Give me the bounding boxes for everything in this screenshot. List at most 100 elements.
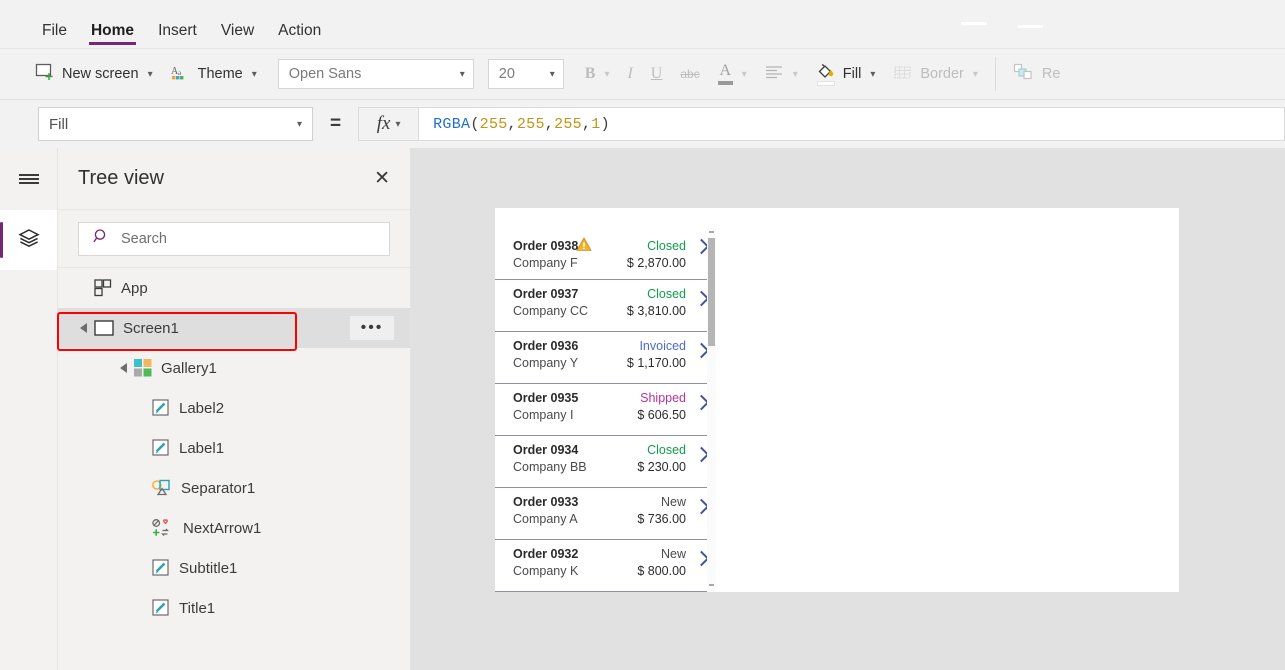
theme-button[interactable]: A a Theme ▾ (162, 57, 266, 91)
label-icon (152, 439, 170, 457)
fill-button[interactable]: Fill ▾ (807, 57, 885, 91)
gallery-row[interactable]: Order 0937 Closed Company CC $ 3,810.00 (495, 280, 716, 332)
menu-tab-insert[interactable]: Insert (146, 22, 209, 49)
chevron-down-icon: ▾ (741, 68, 747, 80)
tree-item-label: Label2 (179, 399, 225, 417)
new-screen-icon (35, 63, 55, 85)
tree-view-title: Tree view (78, 167, 164, 189)
gallery-control[interactable]: Order 0938 Closed Company F $ 2,870.00 Order… (495, 228, 716, 592)
tree-view-rail-button[interactable] (0, 210, 57, 270)
fx-icon: fx (376, 113, 391, 134)
tree-item-screen1[interactable]: Screen1 ••• (58, 308, 410, 348)
order-company: Company F (513, 256, 578, 270)
hamburger-menu-icon[interactable] (0, 148, 57, 210)
fx-button[interactable]: fx ▾ (358, 107, 419, 141)
font-color-button[interactable]: A ▾ (709, 57, 756, 91)
gallery-scroll-thumb[interactable] (708, 238, 715, 346)
window-mark-one (961, 22, 987, 25)
underline-icon: U (650, 65, 663, 82)
tree-search-area: Search (58, 210, 410, 268)
order-amount: $ 736.00 (637, 512, 686, 526)
tree-item-more-button[interactable]: ••• (350, 316, 394, 340)
gallery-row[interactable]: Order 0936 Invoiced Company Y $ 1,170.00 (495, 332, 716, 384)
border-button[interactable]: Border ▾ (884, 57, 987, 91)
property-select[interactable]: Fill ▾ (38, 107, 313, 141)
menu-tab-view[interactable]: View (209, 22, 266, 49)
theme-label: Theme (197, 66, 243, 82)
order-amount: $ 606.50 (637, 408, 686, 422)
expand-caret-icon[interactable] (120, 363, 127, 373)
chevron-down-icon: ▾ (147, 68, 153, 80)
new-screen-button[interactable]: New screen ▾ (26, 57, 162, 91)
formula-input[interactable]: RGBA(255, 255, 255, 1) (418, 107, 1285, 141)
gallery-row[interactable]: Order 0938 Closed Company F $ 2,870.00 (495, 228, 716, 280)
tree-item-label1[interactable]: Label1 (58, 428, 410, 468)
order-title: Order 0937 (513, 287, 579, 301)
font-name-select[interactable]: Open Sans ▾ (277, 59, 474, 89)
formula-token-9: ) (600, 115, 610, 133)
tree-item-gallery1[interactable]: Gallery1 (58, 348, 410, 388)
font-color-letter: A (719, 62, 731, 79)
menu-bar: File Home Insert View Action (0, 0, 1285, 48)
nextarrow-icon (152, 519, 174, 537)
border-label: Border (920, 66, 964, 82)
order-company: Company Y (513, 356, 579, 370)
layers-icon (17, 227, 41, 254)
tree-view-header: Tree view ✕ (58, 148, 410, 210)
screen-preview[interactable]: Order 0938 Closed Company F $ 2,870.00 Order… (495, 208, 1179, 592)
order-status: New (660, 547, 686, 561)
tree-item-label: Subtitle1 (179, 559, 238, 577)
align-button[interactable]: ▾ (756, 57, 807, 91)
chevron-down-icon: ▾ (296, 118, 302, 130)
formula-token-3: , (507, 115, 517, 133)
svg-text:a: a (178, 69, 182, 77)
scroll-up-cap[interactable] (709, 231, 714, 233)
font-name-value: Open Sans (288, 66, 362, 82)
order-status: Closed (647, 287, 686, 301)
menu-tab-home[interactable]: Home (79, 22, 146, 49)
order-amount: $ 230.00 (637, 460, 686, 474)
gallery-row[interactable]: Order 0932 New Company K $ 800.00 (495, 540, 716, 592)
order-company: Company K (513, 564, 579, 578)
gallery-row[interactable]: Order 0935 Shipped Company I $ 606.50 (495, 384, 716, 436)
close-icon[interactable]: ✕ (374, 169, 390, 188)
order-company: Company A (513, 512, 578, 526)
font-size-select[interactable]: 20 ▾ (487, 59, 564, 89)
chevron-down-icon: ▾ (549, 68, 555, 80)
tree-item-title1[interactable]: Title1 (58, 588, 410, 628)
italic-button[interactable]: I (618, 57, 641, 91)
tree-item-label2[interactable]: Label2 (58, 388, 410, 428)
separator-icon (152, 479, 172, 497)
formula-token-1: ( (470, 115, 480, 133)
italic-icon: I (627, 65, 633, 82)
menu-tab-file[interactable]: File (30, 22, 79, 49)
tree-item-label: Gallery1 (161, 359, 217, 377)
order-company: Company I (513, 408, 574, 422)
order-title: Order 0935 (513, 391, 579, 405)
gallery-row[interactable]: Order 0934 Closed Company BB $ 230.00 (495, 436, 716, 488)
search-input[interactable]: Search (78, 221, 390, 256)
gallery-scrollbar[interactable] (707, 228, 716, 592)
strikethrough-button[interactable]: abc (671, 57, 708, 91)
order-status: Closed (647, 239, 686, 253)
bold-button[interactable]: B ▾ (576, 57, 619, 91)
tree-item-separator1[interactable]: Separator1 (58, 468, 410, 508)
formula-token-8: 1 (591, 115, 601, 133)
gallery-row[interactable]: Order 0933 New Company A $ 736.00 (495, 488, 716, 540)
chevron-down-icon: ▾ (792, 68, 798, 80)
underline-button[interactable]: U (642, 57, 672, 91)
order-status: Closed (647, 443, 686, 457)
formula-bar: Fill ▾ = fx ▾ RGBA(255, 255, 255, 1) (0, 100, 1285, 148)
tree-item-nextarrow1[interactable]: NextArrow1 (58, 508, 410, 548)
order-status: New (660, 495, 686, 509)
search-placeholder: Search (121, 230, 167, 247)
reorder-button[interactable]: Re (1004, 57, 1070, 91)
tree-item-subtitle1[interactable]: Subtitle1 (58, 548, 410, 588)
window-mark-two (1018, 25, 1043, 28)
font-color-icon: A (717, 62, 733, 85)
expand-caret-icon[interactable] (80, 323, 87, 333)
menu-tab-action[interactable]: Action (266, 22, 333, 49)
tree-item-app[interactable]: App (58, 268, 410, 308)
reorder-label: Re (1041, 66, 1061, 82)
scroll-down-cap[interactable] (709, 584, 714, 586)
